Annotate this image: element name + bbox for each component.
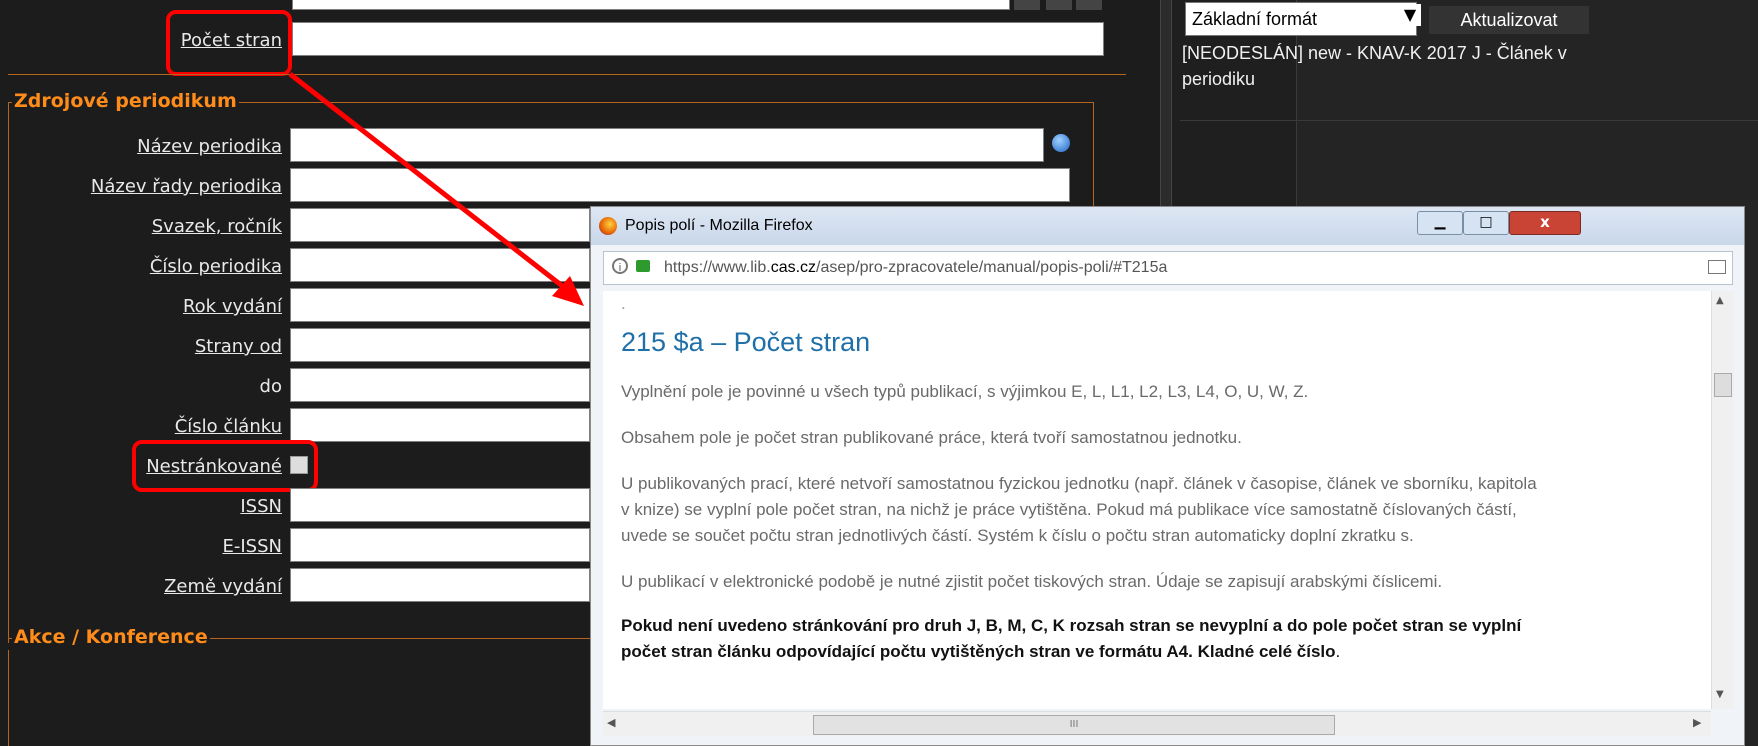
url-prefix: https://www.lib. [664,259,771,276]
info-icon[interactable]: i [612,258,628,274]
firefox-icon [599,217,617,235]
close-button[interactable]: x [1509,211,1581,235]
paragraph-3-line-3: uvede se součet počtu stran jednotlivých… [621,526,1414,545]
scroll-left-icon[interactable]: ◀ [607,716,615,729]
vertical-scrollbar[interactable]: ▲ ▼ [1711,291,1734,709]
url-suffix: /asep/pro-zpracovatele/manual/popis-poli… [816,259,1168,276]
paragraph-3-line-2: v knize) se vyplní pole počet stran, na … [621,500,1517,519]
paragraph-2: Obsahem pole je počet stran publikované … [621,428,1242,447]
dot: . [621,294,626,313]
url-domain: cas.cz [770,259,817,276]
page-content: . 215 $a – Počet stran Vyplnění pole je … [603,291,1711,709]
scroll-right-icon[interactable]: ▶ [1693,716,1701,729]
address-bar[interactable]: i https://www.lib.cas.cz/asep/pro-zpraco… [603,251,1733,285]
help-heading: 215 $a – Počet stran [621,327,871,357]
firefox-window: Popis polí - Mozilla Firefox ▁ □ x i htt… [590,206,1745,746]
horizontal-scrollbar[interactable]: ◀ III ▶ [603,711,1711,736]
maximize-button[interactable]: □ [1463,211,1509,235]
paragraph-5-line-2: počet stran článku odpovídající počtu vy… [621,639,1711,665]
paragraph-4: U publikací v elektronické podobě je nut… [621,572,1443,591]
maximize-icon: □ [1479,214,1493,230]
scroll-up-icon[interactable]: ▲ [1716,295,1724,306]
titlebar: Popis polí - Mozilla Firefox ▁ □ x [591,207,1744,245]
minimize-icon: ▁ [1434,214,1446,230]
paragraph-3-line-1: U publikovaných prací, které netvoří sam… [621,474,1537,493]
reader-view-icon[interactable] [1708,260,1726,274]
hscroll-grip: III [1069,719,1079,730]
scroll-down-icon[interactable]: ▼ [1716,689,1724,700]
p5-text: počet stran článku odpovídající počtu vy… [621,642,1336,661]
close-icon: x [1540,213,1550,231]
scrollbar-thumb[interactable] [1714,373,1732,397]
paragraph-1: Vyplnění pole je povinné u všech typů pu… [621,382,1309,401]
hscroll-thumb[interactable]: III [813,715,1335,735]
paragraph-5-line-1: Pokud není uvedeno stránkování pro druh … [621,616,1522,635]
p5-end: . [1335,642,1341,661]
window-title: Popis polí - Mozilla Firefox [625,217,813,234]
minimize-button[interactable]: ▁ [1417,211,1463,235]
lock-icon [636,260,650,272]
url-text[interactable]: https://www.lib.cas.cz/asep/pro-zpracova… [664,259,1167,277]
